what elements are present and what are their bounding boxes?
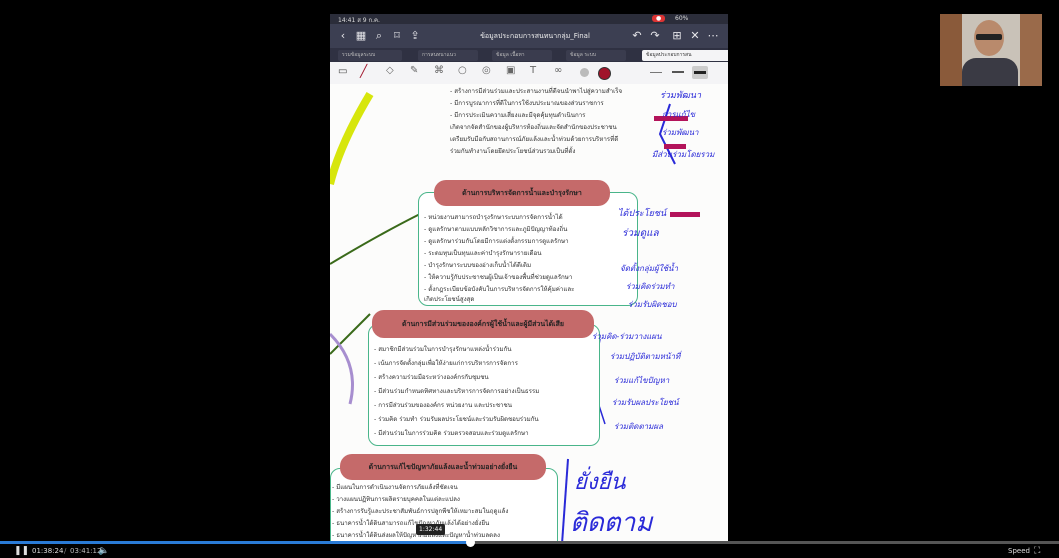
tab-4[interactable]: ข้อมูล ระบบ xyxy=(566,50,626,61)
tab-2[interactable]: การสนทนาแนว xyxy=(418,50,478,61)
pause-icon[interactable]: ❚❚ xyxy=(14,546,29,556)
list-item: - มีส่วนร่วมกำหนดทิศทางและบริหารการจัดกา… xyxy=(374,388,540,395)
highlighter-icon[interactable]: ✎ xyxy=(410,65,418,76)
list-item: - มีการประเมินความเสี่ยงและมีจุดคุ้มทุนด… xyxy=(450,112,586,119)
list-item: - ดูแลรักษาตามแบบหลักวิชาการและภูมิปัญญา… xyxy=(424,226,568,233)
glasses xyxy=(976,34,1002,40)
recording-indicator: ● xyxy=(652,15,666,22)
list-item: - บำรุงรักษาระบบของอ่างเก็บน้ำได้ดีเดิม xyxy=(424,262,532,269)
handwritten-note: ร่วมติดตามผล xyxy=(614,422,664,431)
volume-icon[interactable]: 🔈 xyxy=(98,546,109,556)
document-title[interactable]: ข้อมูลประกอบการสนทนากลุ่ม_Final xyxy=(460,24,610,48)
webcam-overlay xyxy=(940,14,1042,86)
list-item: - ร่วมคิด ร่วมทำ ร่วมรับผลประโยชน์และร่ว… xyxy=(374,416,539,423)
list-item: เตรียมรับมือกับสถานการณ์ภัยแล้งและน้ำท่ว… xyxy=(450,136,619,143)
section-title: ด้านการมีส่วนร่วมขององค์กรผู้ใช้น้ำและผู… xyxy=(372,310,594,338)
thin-stroke[interactable] xyxy=(650,72,662,73)
handwritten-note: ร่วมรับผิดชอบ xyxy=(628,300,677,309)
list-item: - สร้างการมีส่วนร่วมและประสานงานที่ดีจนน… xyxy=(450,88,623,95)
list-item: - วางแผนปฏิทินการผลิตรายบุคคลในแต่ละแปลง xyxy=(332,496,460,503)
list-item: - สมาชิกมีส่วนร่วมในการบำรุงรักษาแหล่งน้… xyxy=(374,346,512,353)
list-item: - มีแผนในการดำเนินงานจัดการภัยแล้งที่ชัด… xyxy=(332,484,458,491)
page-layout-icon[interactable]: ▭ xyxy=(338,66,347,77)
redo-icon[interactable]: ↷ xyxy=(648,24,662,48)
player-controls: ❚❚ 01:38:24 / 03:41:12 🔈 Speed ⛶ xyxy=(14,546,1041,556)
tab-3[interactable]: ข้อมูล เนื้อหา xyxy=(492,50,552,61)
search-icon[interactable]: ⌕ xyxy=(372,24,386,48)
tab-active[interactable]: ข้อมูลประกอบการสน xyxy=(642,50,728,61)
more-icon[interactable]: ⋯ xyxy=(706,24,720,48)
current-time: 01:38:24 xyxy=(32,547,64,555)
list-item: ร่วมกันทำงานโดยยึดประโยชน์ส่วนรวมเป็นที่… xyxy=(450,148,576,155)
bookshelf xyxy=(940,14,962,86)
handwritten-note: ร่วมดูแล xyxy=(622,228,659,239)
link-icon[interactable]: ∞ xyxy=(554,65,562,76)
tab-1[interactable]: รวมข้อมูลระบบ xyxy=(338,50,402,61)
handwritten-note: การแก้ไข xyxy=(662,110,696,119)
lasso-icon[interactable]: ⌘ xyxy=(434,65,444,76)
color-red-swatch[interactable] xyxy=(598,67,611,80)
handwritten-note: ร่วมรับผลประโยชน์ xyxy=(612,398,679,407)
pen-icon[interactable]: ╱ xyxy=(360,64,367,78)
hover-time-tooltip: 1:32:44 xyxy=(416,524,446,535)
section-title: ด้านการบริหารจัดการน้ำและบำรุงรักษา xyxy=(434,180,610,206)
status-bar: 14:41 ส 9 ก.ค. ● 60% xyxy=(330,14,728,24)
list-item: - ดูแลรักษาร่วมกันโดยมีการแต่งตั้งกรรมกา… xyxy=(424,238,569,245)
duration: 03:41:12 xyxy=(70,547,102,555)
list-item: - ระดมทุนเป็นทุนและค่าบำรุงรักษารายเดือน xyxy=(424,250,542,257)
annotation-toolbar: ▭ ╱ ◇ ✎ ⌘ ○ ◎ ▣ T ∞ xyxy=(330,62,728,85)
list-item: เกิดประโยชน์สูงสุด xyxy=(424,296,475,303)
list-item: - การมีส่วนร่วมขององค์กร หน่วยงาน และประ… xyxy=(374,402,512,409)
speaker-shirt xyxy=(962,58,1018,86)
handwritten-note: ร่วมคิด-ร่วมวางแผน xyxy=(592,332,662,341)
list-item: - หน่วยงานสามารถบำรุงรักษาระบบการจัดการน… xyxy=(424,214,563,221)
list-item: - สร้างความร่วมมือระหว่างองค์กรกับชุมชน xyxy=(374,374,489,381)
undo-icon[interactable]: ↶ xyxy=(630,24,644,48)
handwritten-note: มีส่วนร่วมโดยรวม xyxy=(652,150,715,159)
handwritten-note: ได้ประโยชน์ xyxy=(618,209,667,219)
handwritten-note: ร่วมปฏิบัติตามหน้าที่ xyxy=(610,352,681,361)
handwritten-note: ยั่งยืน xyxy=(574,470,626,495)
thick-stroke[interactable] xyxy=(692,66,708,79)
handwritten-note: ร่วมแก้ไขปัญหา xyxy=(614,376,670,385)
shapes-icon[interactable]: ○ xyxy=(458,65,467,76)
add-page-icon[interactable]: ⊞ xyxy=(670,24,684,48)
list-item: - สร้างการรับรู้และประชาสัมพันธ์การปลูกพ… xyxy=(332,508,509,515)
handwritten-note: จัดตั้งกลุ่มผู้ใช้น้ำ xyxy=(620,264,678,273)
tablet-screen: 14:41 ส 9 ก.ค. ● 60% ‹ ▦ ⌕ ⌑ ⇪ ข้อมูลประ… xyxy=(330,14,728,544)
bookshelf xyxy=(1020,14,1042,86)
color-gray-swatch[interactable] xyxy=(580,68,589,77)
list-item: - ธนาคารน้ำใต้ดินสามารถแก้ไขปัญหาภัยแล้ง… xyxy=(332,520,490,527)
list-item: - ตั้งกฎระเบียบข้อบังคับในการบริหารจัดกา… xyxy=(424,286,575,293)
toolbar: ‹ ▦ ⌕ ⌑ ⇪ ข้อมูลประกอบการสนทนากลุ่ม_Fina… xyxy=(330,24,728,48)
fullscreen-icon[interactable]: ⛶ xyxy=(1034,546,1040,556)
medium-stroke[interactable] xyxy=(672,71,684,73)
share-icon[interactable]: ⇪ xyxy=(408,24,422,48)
close-icon[interactable]: ✕ xyxy=(688,24,702,48)
handwritten-note: ร่วมพัฒนา xyxy=(662,128,699,137)
list-item: - มีการบูรณาการที่ดีในการใช้งบประมาณของส… xyxy=(450,100,604,107)
tab-strip: รวมข้อมูลระบบ การสนทนาแนว ข้อมูล เนื้อหา… xyxy=(330,48,728,62)
eraser-icon[interactable]: ◇ xyxy=(386,65,394,76)
back-icon[interactable]: ‹ xyxy=(336,24,350,48)
bookmark-icon[interactable]: ⌑ xyxy=(390,24,404,48)
list-item: เกิดจากจัดสำนักของผู้บริหารท้องถิ่นและจั… xyxy=(450,124,617,131)
grid-icon[interactable]: ▦ xyxy=(354,24,368,48)
comment-icon[interactable]: ◎ xyxy=(482,65,491,76)
handwritten-note: ร่วมคิดร่วมทำ xyxy=(626,282,675,291)
progress-fill xyxy=(0,541,471,544)
handwritten-note: ติดตาม xyxy=(570,508,653,538)
list-item: - เน้นการจัดตั้งกลุ่มเพื่อให้ง่ายแก่การบ… xyxy=(374,360,518,367)
list-item: - มีส่วนร่วมในการร่วมคิด ร่วมตรวจสอบและร… xyxy=(374,430,529,437)
list-item: - ให้ความรู้กับประชาชนผู้เป็นเจ้าของพื้น… xyxy=(424,274,573,281)
battery-level: 60% xyxy=(675,15,689,22)
handwritten-note: ร่วมพัฒนา xyxy=(660,91,702,101)
speed-label[interactable]: Speed xyxy=(1008,547,1030,555)
section-title: ด้านการแก้ไขปัญหาภัยแล้งและน้ำท่วมอย่างย… xyxy=(340,454,546,480)
text-icon[interactable]: T xyxy=(530,65,536,76)
image-icon[interactable]: ▣ xyxy=(506,65,515,76)
document-page[interactable]: - สร้างการมีส่วนร่วมและประสานงานที่ดีจนน… xyxy=(330,84,728,544)
